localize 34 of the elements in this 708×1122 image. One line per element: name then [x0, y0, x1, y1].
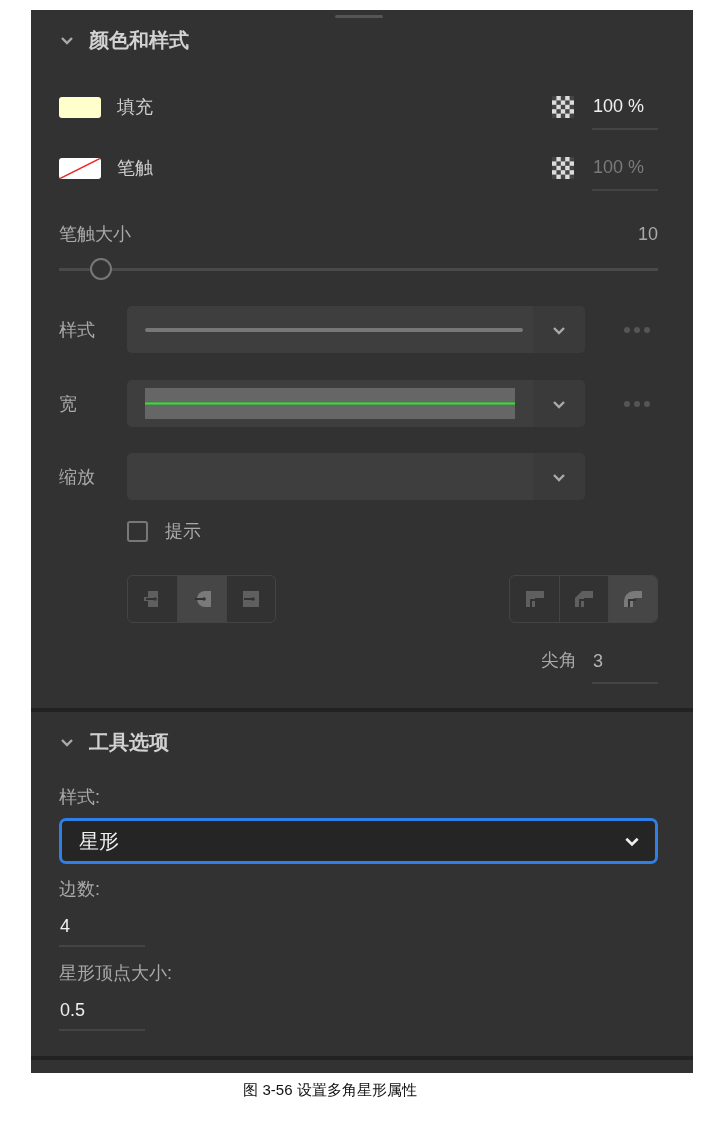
- dropdown-label: 缩放: [59, 465, 95, 489]
- stroke-size-slider[interactable]: [59, 258, 658, 280]
- hint-label: 提示: [165, 520, 201, 543]
- shape-style-select[interactable]: 星形: [59, 818, 658, 864]
- section-title: 工具选项: [89, 729, 169, 755]
- opacity-field[interactable]: 100 %: [592, 84, 658, 130]
- stroke-dropdown[interactable]: [127, 306, 585, 353]
- dropdown-label: 宽: [59, 392, 77, 416]
- stroke-dropdown[interactable]: [127, 380, 585, 427]
- hint-checkbox[interactable]: [127, 520, 148, 542]
- more-icon[interactable]: [624, 400, 650, 407]
- cap-button[interactable]: [177, 576, 226, 622]
- miter-field[interactable]: 3: [592, 640, 658, 684]
- paint-label: 填充: [117, 96, 153, 119]
- more-icon[interactable]: [624, 326, 650, 333]
- section-title: 颜色和样式: [89, 27, 189, 53]
- checkerboard-icon: [552, 157, 574, 179]
- slider-thumb[interactable]: [89, 258, 112, 280]
- dropdown-label: 样式: [59, 318, 95, 342]
- style-label: 样式:: [59, 786, 100, 809]
- miter-label: 尖角: [541, 649, 577, 672]
- field-label: 星形顶点大小:: [59, 962, 172, 985]
- field-label: 边数:: [59, 878, 100, 901]
- figure-caption: 图 3-56 设置多角星形属性: [242, 1081, 418, 1100]
- join-button[interactable]: [608, 576, 657, 622]
- paint-label: 笔触: [117, 157, 153, 180]
- color-swatch[interactable]: [59, 96, 101, 118]
- number-field[interactable]: 4: [59, 907, 145, 947]
- number-field[interactable]: 0.5: [59, 991, 145, 1031]
- stroke-size-label: 笔触大小: [59, 223, 131, 246]
- stroke-size-value: 10: [637, 223, 658, 245]
- checkerboard-icon: [552, 96, 574, 118]
- no-color-swatch[interactable]: [59, 157, 101, 179]
- drag-handle[interactable]: [334, 15, 383, 18]
